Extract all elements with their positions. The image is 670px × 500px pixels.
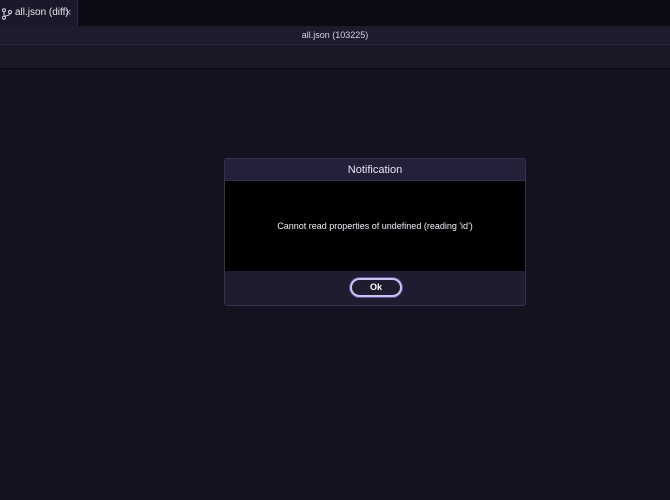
app-window: all.json (diff) × all.json (103225) Noti… <box>0 0 670 500</box>
ok-button[interactable]: Ok <box>350 278 402 297</box>
git-compare-icon <box>1 7 13 20</box>
document-title-bar: all.json (103225) <box>0 27 670 45</box>
toolbar <box>0 45 670 69</box>
close-icon[interactable]: × <box>65 6 71 20</box>
error-message: Cannot read properties of undefined (rea… <box>277 221 473 231</box>
notification-dialog: Notification Cannot read properties of u… <box>224 158 526 306</box>
tab-label: all.json (diff) <box>15 7 69 18</box>
tab-bar: all.json (diff) × <box>0 0 670 27</box>
dialog-title: Notification <box>347 164 403 176</box>
dialog-footer: Ok <box>225 271 525 305</box>
dialog-header: Notification <box>225 159 525 181</box>
document-title: all.json (103225) <box>301 30 369 40</box>
tab-all-json-diff[interactable]: all.json (diff) × <box>0 0 78 26</box>
dialog-body: Cannot read properties of undefined (rea… <box>225 181 525 271</box>
